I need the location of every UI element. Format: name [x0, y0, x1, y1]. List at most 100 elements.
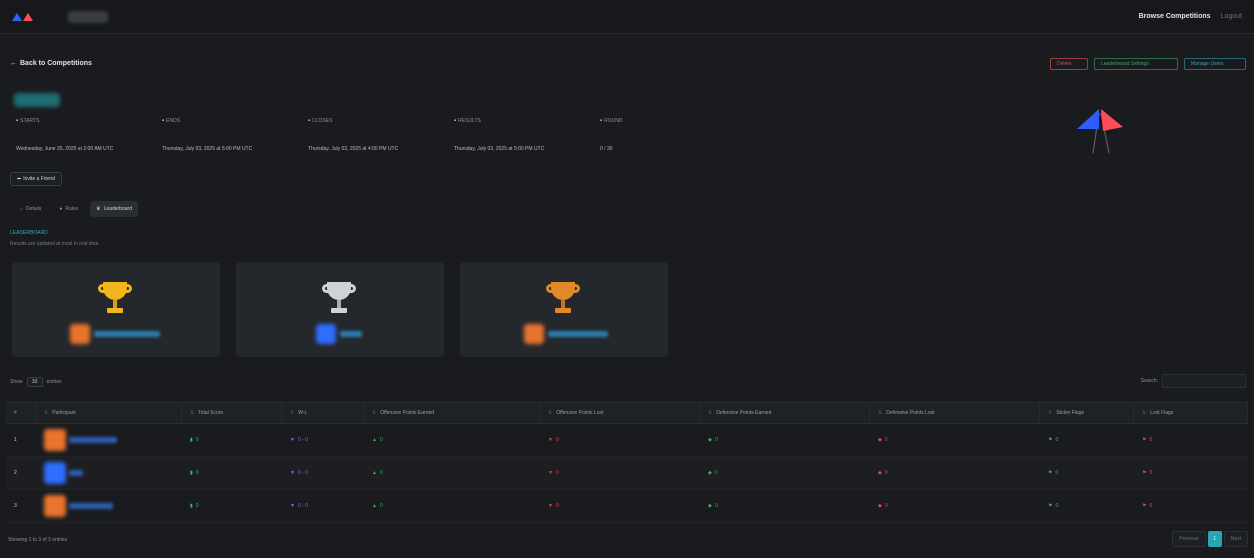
record-icon: ▼: [290, 503, 295, 509]
bronze-trophy-icon: [546, 282, 580, 318]
navbar: Browse Competitions Logout: [0, 0, 1254, 34]
avatar[interactable]: [316, 324, 336, 344]
sort-icon: ⇅: [878, 410, 883, 416]
rules-icon: ●: [59, 206, 63, 212]
column-header-defensive-earned[interactable]: ⇅ Defensive Points Earned: [700, 403, 870, 423]
silver-trophy-icon: [322, 282, 356, 318]
arrow-down-icon: ▼: [548, 503, 553, 509]
calendar-icon: ▪: [162, 118, 165, 124]
nav-links: Browse Competitions Logout: [1139, 13, 1242, 20]
leaderboard-heading: LEADERBOARD: [10, 230, 48, 236]
calendar-icon: ▪: [454, 118, 457, 124]
column-header-offensive-earned[interactable]: ⇅ Offensive Points Earned: [364, 403, 540, 423]
page-1-button[interactable]: 1: [1207, 531, 1222, 547]
search-input[interactable]: [1162, 374, 1246, 388]
column-header-lost-flags[interactable]: ⇅ Lost Flags: [1134, 403, 1248, 423]
table-search: Search:: [1141, 374, 1246, 388]
meta-round: ▪ ROUND 0 / 30: [600, 118, 623, 152]
competition-flags-icon: [1077, 109, 1123, 154]
score-icon: ▮: [190, 503, 193, 509]
flag-icon: ⚑: [1142, 437, 1147, 443]
column-header-total-score[interactable]: ⇅ Total Score: [182, 403, 282, 423]
table-row: 1 ▮ 0 ▼ 0 - 0 ▲ 0 ▼ 0 ◆ 0 ◆ 0 ⚑ 0 ⚑ 0: [6, 424, 1248, 457]
shield-icon: ◆: [708, 470, 712, 476]
avatar[interactable]: [524, 324, 544, 344]
avatar[interactable]: [44, 429, 66, 451]
flags-logo-icon[interactable]: [12, 12, 38, 21]
sort-icon: ⇅: [548, 410, 553, 416]
meta-starts: ▪ STARTS Wednesday, June 25, 2025 at 2:00…: [16, 118, 114, 152]
column-header-stolen-flags[interactable]: ⇅ Stolen Flags: [1040, 403, 1134, 423]
tab-details[interactable]: ⌂ Details: [14, 201, 47, 217]
flag-icon: ⚑: [1048, 503, 1053, 509]
tab-rules[interactable]: ● Rules: [53, 201, 84, 217]
podium-participant-name[interactable]: [548, 331, 608, 337]
logout-link[interactable]: Logout: [1221, 13, 1242, 20]
arrow-up-icon: ▲: [372, 437, 377, 443]
avatar[interactable]: [70, 324, 90, 344]
record-icon: ▼: [290, 437, 295, 443]
arrow-down-icon: ▼: [548, 437, 553, 443]
podium-third: [460, 262, 668, 357]
column-header-wl[interactable]: ⇅ W-L: [282, 403, 364, 423]
column-header-rank[interactable]: #: [6, 403, 36, 423]
shield-broken-icon: ◆: [878, 470, 882, 476]
shield-icon: ◆: [708, 503, 712, 509]
calendar-icon: ▪: [308, 118, 311, 124]
back-to-competitions-link[interactable]: ← Back to Competitions: [10, 60, 92, 67]
arrow-left-icon: ←: [10, 60, 17, 67]
share-icon: ➦: [17, 176, 22, 182]
avatar[interactable]: [44, 495, 66, 517]
competition-meta: ▪ STARTS Wednesday, June 25, 2025 at 2:00…: [16, 118, 650, 152]
pagination: Previous 1 Next: [1172, 531, 1248, 547]
podium-participant-name[interactable]: [94, 331, 160, 337]
table-row: 3 ▮ 0 ▼ 0 - 0 ▲ 0 ▼ 0 ◆ 0 ◆ 0 ⚑ 0 ⚑ 0: [6, 490, 1248, 523]
score-icon: ▮: [190, 437, 193, 443]
competition-title: [14, 93, 60, 107]
sort-icon: ⇅: [1048, 410, 1053, 416]
entries-select[interactable]: 10: [26, 377, 43, 387]
gold-trophy-icon: [98, 282, 132, 318]
meta-results: ▪ RESULTS Thursday, July 03, 2025 at 5:00…: [454, 118, 545, 152]
home-icon: ⌂: [20, 206, 24, 212]
previous-page-button[interactable]: Previous: [1172, 531, 1206, 547]
browse-competitions-link[interactable]: Browse Competitions: [1139, 13, 1211, 20]
participant-name[interactable]: [69, 503, 113, 509]
round-icon: ▪: [600, 118, 603, 124]
podium-participant-name[interactable]: [340, 331, 362, 337]
participant-name[interactable]: [69, 437, 117, 443]
sort-icon: ⇅: [290, 410, 295, 416]
competition-tabs: ⌂ Details ● Rules ♛ Leaderboard: [14, 201, 138, 217]
column-header-participant[interactable]: ⇅ Participant: [36, 403, 182, 423]
flag-icon: ⚑: [1142, 470, 1147, 476]
meta-closes: ▪ CLOSES Thursday, July 03, 2025 at 4:00 …: [308, 118, 399, 152]
leaderboard-subtitle: Results are updated at most in real time…: [10, 241, 100, 247]
sort-icon: ⇅: [44, 410, 49, 416]
show-entries-control: Show 10 entries: [10, 377, 62, 387]
table-info: Showing 1 to 3 of 3 entries: [8, 537, 68, 543]
table-row: 2 ▮ 0 ▼ 0 - 0 ▲ 0 ▼ 0 ◆ 0 ◆ 0 ⚑ 0 ⚑ 0: [6, 457, 1248, 490]
tab-leaderboard[interactable]: ♛ Leaderboard: [90, 201, 138, 217]
invite-friend-button[interactable]: ➦ Invite a Friend: [10, 172, 62, 186]
competition-actions: Delete Leaderboard Settings Manage Users: [1050, 58, 1246, 70]
shield-icon: ◆: [708, 437, 712, 443]
next-page-button[interactable]: Next: [1223, 531, 1248, 547]
manage-users-button[interactable]: Manage Users: [1184, 58, 1246, 70]
arrow-up-icon: ▲: [372, 470, 377, 476]
arrow-up-icon: ▲: [372, 503, 377, 509]
sort-icon: ⇅: [372, 410, 377, 416]
table-header: # ⇅ Participant ⇅ Total Score ⇅ W-L ⇅ Offens…: [6, 402, 1248, 424]
trophy-icon: ♛: [96, 206, 101, 212]
leaderboard-table: # ⇅ Participant ⇅ Total Score ⇅ W-L ⇅ Offens…: [6, 402, 1248, 523]
leaderboard-settings-button[interactable]: Leaderboard Settings: [1094, 58, 1178, 70]
score-icon: ▮: [190, 470, 193, 476]
podium-second: [236, 262, 444, 357]
column-header-offensive-lost[interactable]: ⇅ Offensive Points Lost: [540, 403, 700, 423]
podium-first: [12, 262, 220, 357]
brand-name[interactable]: [68, 10, 108, 23]
participant-name[interactable]: [69, 470, 83, 476]
flag-icon: ⚑: [1142, 503, 1147, 509]
delete-button[interactable]: Delete: [1050, 58, 1088, 70]
column-header-defensive-lost[interactable]: ⇅ Defensive Points Lost: [870, 403, 1040, 423]
avatar[interactable]: [44, 462, 66, 484]
